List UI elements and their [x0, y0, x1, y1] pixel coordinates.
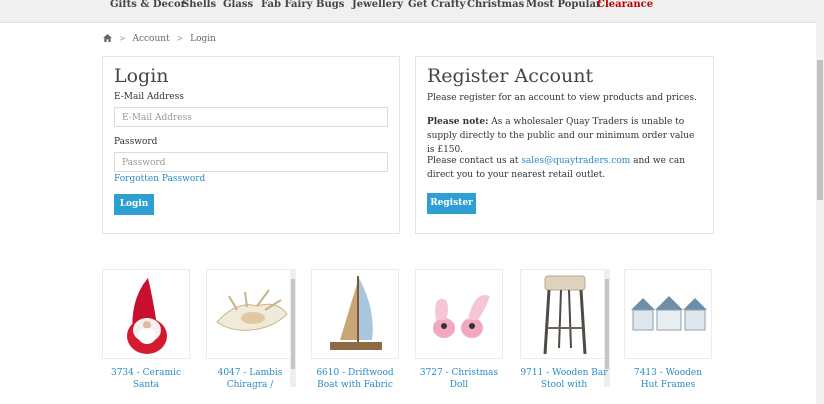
top-navigation: Gifts & Decor Shells Glass Fab Fairy Bug…: [0, 0, 816, 23]
product-card[interactable]: 4047 - Lambis Chiragra / Scorpion Seashe…: [206, 269, 296, 389]
password-input[interactable]: Password: [114, 152, 388, 172]
nav-bugs[interactable]: Bugs: [316, 0, 344, 10]
product-image[interactable]: [415, 269, 503, 359]
note-label: Please note:: [427, 117, 489, 127]
product-image[interactable]: [206, 269, 294, 359]
product-title[interactable]: 3727 - Christmas Doll: [415, 367, 503, 389]
nav-glass[interactable]: Glass: [223, 0, 253, 10]
login-title: Login: [114, 65, 169, 87]
breadcrumb: > Account > Login: [103, 34, 216, 44]
product-card[interactable]: 9711 - Wooden Bar Stool with Cushioned S…: [520, 269, 610, 389]
product-image[interactable]: [102, 269, 190, 359]
register-intro: Please register for an account to view p…: [427, 93, 697, 103]
login-button[interactable]: Login: [114, 194, 154, 215]
register-panel: Register Account Please register for an …: [415, 56, 714, 234]
nav-christmas[interactable]: Christmas: [467, 0, 524, 10]
scorpion-seashell-image: [216, 289, 288, 331]
login-panel: Login E-Mail Address E-Mail Address Pass…: [102, 56, 400, 234]
nav-clearance[interactable]: Clearance: [597, 0, 653, 10]
nav-shells[interactable]: Shells: [182, 0, 216, 10]
product-title[interactable]: 4047 - Lambis Chiragra / Scorpion Seashe…: [206, 367, 294, 389]
product-image[interactable]: [624, 269, 712, 359]
contact-email-link[interactable]: sales@quaytraders.com: [521, 156, 630, 166]
driftwood-boat-image: [330, 276, 382, 350]
register-button[interactable]: Register: [427, 193, 476, 214]
password-label: Password: [114, 137, 158, 147]
email-input[interactable]: E-Mail Address: [114, 107, 388, 127]
product-title[interactable]: 9711 - Wooden Bar Stool with Cushioned S…: [520, 367, 608, 389]
email-label: E-Mail Address: [114, 92, 184, 102]
wooden-bar-stool-image: [543, 275, 587, 355]
product-image[interactable]: [311, 269, 399, 359]
product-card[interactable]: 3734 - Ceramic Santa: [102, 269, 190, 389]
product-title[interactable]: 3734 - Ceramic Santa: [102, 367, 190, 389]
product-title[interactable]: 6610 - Driftwood Boat with Fabric Sail: [311, 367, 399, 389]
register-note: Please note: As a wholesaler Quay Trader…: [427, 115, 699, 157]
product-title[interactable]: 7413 - Wooden Hut Frames: [624, 367, 712, 389]
nav-fab-fairy[interactable]: Fab Fairy: [261, 0, 312, 10]
register-contact: Please contact us at sales@quaytraders.c…: [427, 154, 699, 182]
breadcrumb-account[interactable]: Account: [132, 34, 169, 44]
card-scrollbar-thumb[interactable]: [605, 279, 609, 369]
ceramic-santa-image: [127, 278, 167, 354]
home-icon[interactable]: [103, 34, 112, 42]
christmas-doll-image: [433, 295, 490, 338]
nav-get-crafty[interactable]: Get Crafty: [408, 0, 465, 10]
contact-pre: Please contact us at: [427, 156, 522, 166]
breadcrumb-separator: >: [118, 34, 126, 43]
breadcrumb-separator: >: [176, 34, 184, 43]
product-image[interactable]: [520, 269, 608, 359]
product-card[interactable]: 6610 - Driftwood Boat with Fabric Sail: [311, 269, 399, 389]
product-card[interactable]: 3727 - Christmas Doll: [415, 269, 503, 389]
card-scrollbar-thumb[interactable]: [291, 279, 295, 369]
nav-gifts-decor[interactable]: Gifts & Decor: [110, 0, 186, 10]
page-scrollbar-thumb[interactable]: [817, 60, 823, 200]
page-scrollbar[interactable]: [816, 0, 824, 404]
nav-most-popular[interactable]: Most Popular: [526, 0, 601, 10]
breadcrumb-login[interactable]: Login: [190, 34, 216, 44]
wooden-hut-frames-image: [631, 296, 707, 331]
register-title: Register Account: [427, 65, 594, 87]
forgotten-password-link[interactable]: Forgotten Password: [114, 174, 205, 184]
nav-jewellery[interactable]: Jewellery: [352, 0, 403, 10]
product-card[interactable]: 7413 - Wooden Hut Frames: [624, 269, 712, 389]
